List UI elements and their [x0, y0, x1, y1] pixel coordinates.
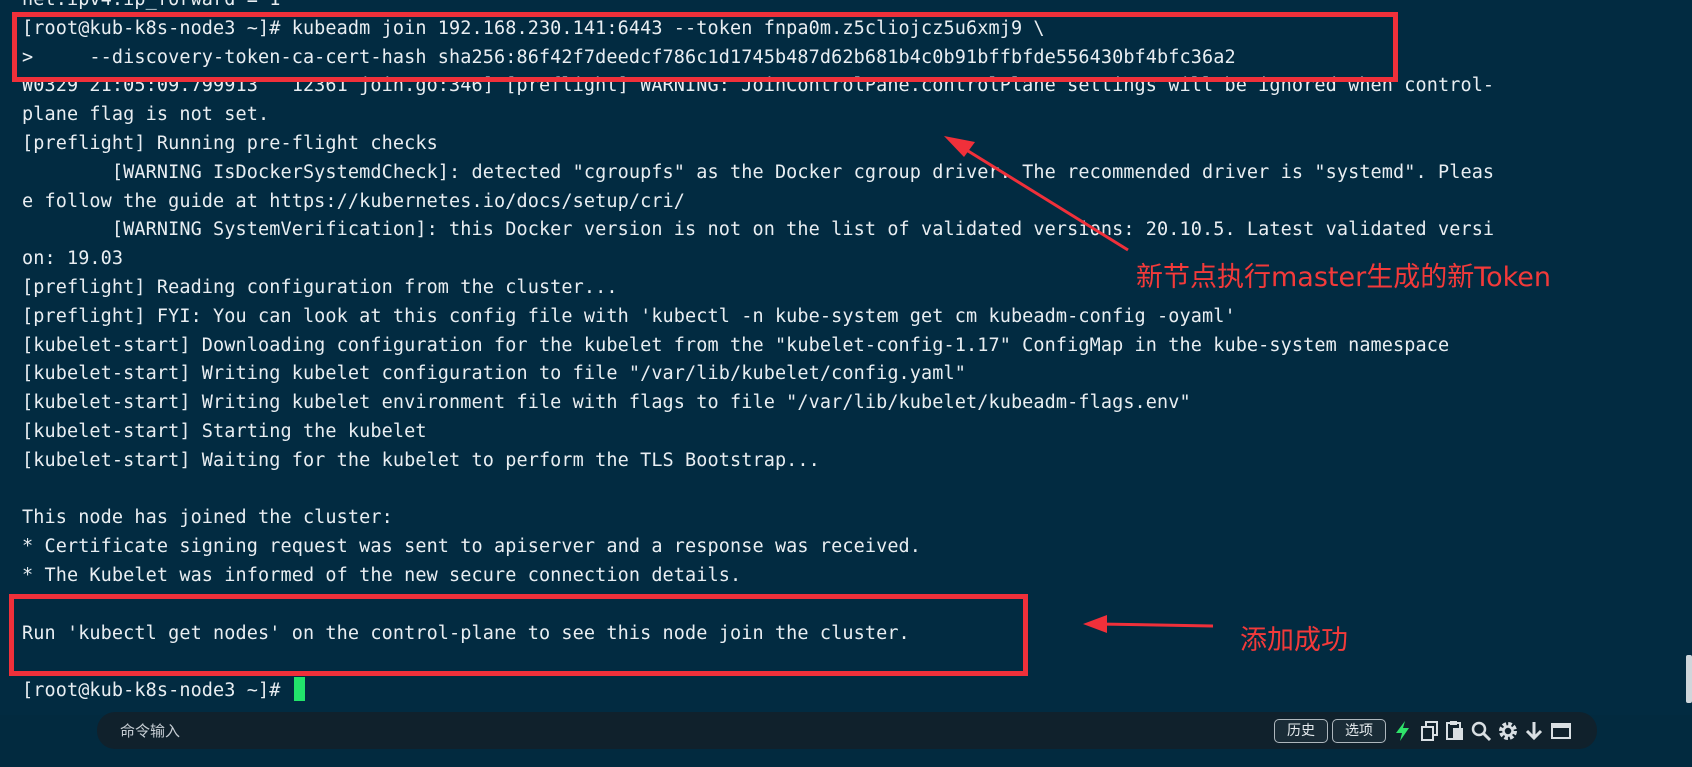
arrow-to-token-icon: [944, 136, 1129, 252]
window-icon[interactable]: [1550, 720, 1572, 742]
terminal-window[interactable]: net.ipv4.ip_forward = 1[root@kub-k8s-nod…: [0, 0, 1692, 715]
annotation-arrows: [944, 136, 1214, 633]
token-annotation: 新节点执行master生成的新Token: [1136, 262, 1552, 293]
gear-icon[interactable]: [1497, 720, 1519, 742]
scrollbar-thumb[interactable]: [1686, 655, 1692, 703]
bottom-strip: [0, 749, 1692, 767]
success-annotation: 添加成功: [1240, 625, 1348, 656]
download-icon[interactable]: [1523, 720, 1545, 742]
options-button[interactable]: 选项: [1332, 719, 1386, 743]
lightning-icon[interactable]: [1392, 720, 1414, 742]
history-button[interactable]: 历史: [1274, 719, 1328, 743]
arrow-to-success-icon: [1083, 615, 1214, 633]
search-icon[interactable]: [1470, 720, 1492, 742]
command-input[interactable]: [120, 720, 1270, 742]
paste-icon[interactable]: [1444, 720, 1466, 742]
copy-icon[interactable]: [1419, 720, 1441, 742]
